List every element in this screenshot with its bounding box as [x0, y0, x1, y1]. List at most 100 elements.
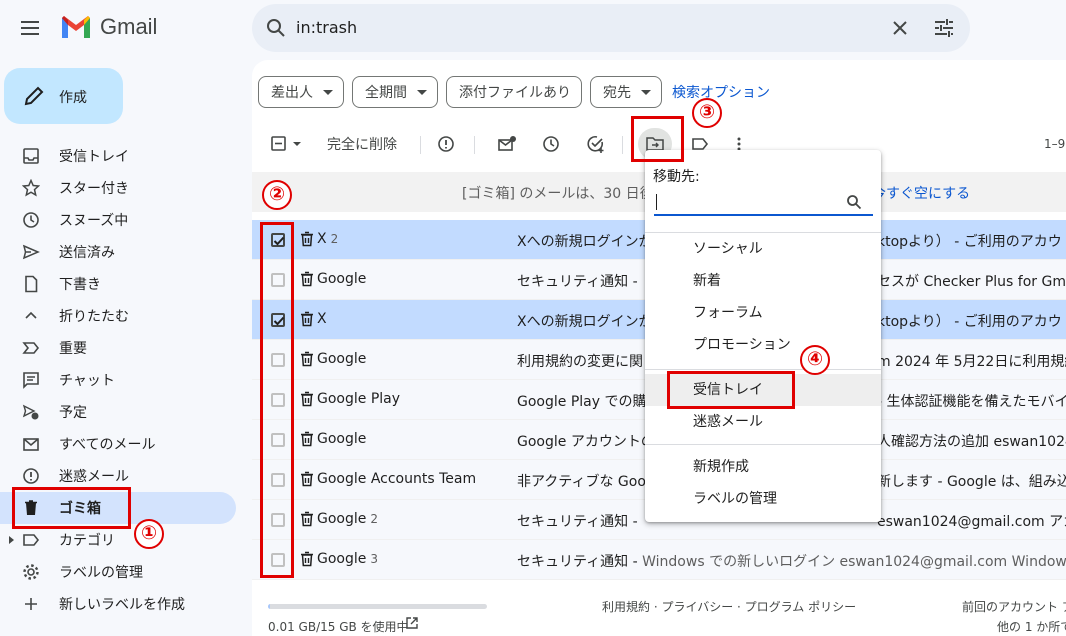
filter-chip-to[interactable]: 宛先: [590, 76, 662, 108]
spam-icon: [438, 136, 454, 152]
sidebar-item-chat[interactable]: チャット: [0, 364, 250, 396]
checkbox-indeterminate-icon: [271, 136, 301, 151]
email-snippet: ktopより） - ご利用のアカウ: [877, 314, 1062, 330]
chip-label: 添付ファイルあり: [459, 85, 571, 101]
email-subject: セキュリティ通知 -: [517, 271, 638, 291]
sidebar-item-create-label[interactable]: 新しいラベルを作成: [0, 588, 250, 620]
trash-icon: [300, 431, 314, 451]
snooze-button[interactable]: [539, 124, 563, 164]
trash-notice-text: [ゴミ箱] のメールは、30 日後: [462, 186, 654, 202]
chip-label: 差出人: [271, 85, 313, 101]
dropdown-item-promotions[interactable]: プロモーション: [645, 329, 881, 361]
thread-count: 2: [370, 512, 379, 526]
scheduled-icon: [22, 403, 40, 421]
caret-down-icon: [641, 89, 651, 95]
email-snippet: 人確認方法の追加 eswan1024@: [877, 434, 1066, 450]
select-all-checkbox[interactable]: [268, 124, 304, 164]
thread-count: 3: [370, 552, 379, 566]
sidebar-item-inbox[interactable]: 受信トレイ: [0, 140, 250, 172]
label-search-input[interactable]: [654, 190, 873, 216]
menu-icon[interactable]: [18, 16, 42, 40]
sidebar-item-label: スター付き: [59, 181, 129, 197]
dropdown-item-spam[interactable]: 迷惑メール: [645, 406, 881, 438]
email-sender: Google 3: [317, 551, 378, 567]
filter-chip-from[interactable]: 差出人: [258, 76, 344, 108]
sidebar-item-collapse[interactable]: 折りたたむ: [0, 300, 250, 332]
filter-chip-attachment[interactable]: 添付ファイルあり: [446, 76, 582, 108]
dropdown-item-create-new[interactable]: 新規作成: [645, 451, 881, 483]
toolbar-divider: [474, 136, 475, 154]
trash-icon: [300, 351, 314, 371]
email-snippet: 新します - Google は、組み込: [877, 474, 1066, 490]
sidebar-item-scheduled[interactable]: 予定: [0, 396, 250, 428]
sidebar-item-label: 折りたたむ: [59, 309, 129, 325]
empty-trash-link[interactable]: 今すぐ空にする: [872, 183, 970, 203]
star-icon: [22, 179, 40, 197]
email-snippet: ktopより） - ご利用のアカウ: [877, 234, 1062, 250]
text-cursor: [656, 194, 657, 210]
search-icon[interactable]: [264, 16, 288, 44]
dropdown-item-social[interactable]: ソーシャル: [645, 233, 881, 265]
email-subject: Google Play での購入: [517, 391, 660, 411]
mark-unread-icon: [498, 136, 516, 151]
email-subject: Xへの新規ログインが: [517, 231, 653, 251]
clock-icon: [22, 211, 40, 229]
sidebar-item-snoozed[interactable]: スヌーズ中: [0, 204, 250, 236]
open-in-new-icon[interactable]: [405, 616, 419, 633]
mark-unread-button[interactable]: [495, 124, 519, 164]
sender-name: Google: [317, 551, 367, 567]
sidebar-item-label: ラベルの管理: [59, 565, 143, 581]
send-icon: [22, 243, 40, 261]
sidebar-item-label: スヌーズ中: [59, 213, 129, 229]
dropdown-item-manage-labels[interactable]: ラベルの管理: [645, 483, 881, 515]
close-icon[interactable]: [888, 16, 912, 44]
dropdown-item-updates[interactable]: 新着: [645, 265, 881, 297]
email-subject: セキュリティ通知 - Windows での新しいログイン eswan1024@g…: [517, 551, 1066, 571]
draft-icon: [22, 275, 40, 293]
sidebar-item-drafts[interactable]: 下書き: [0, 268, 250, 300]
policy-links[interactable]: 利用規約 · プライバシー · プログラム ポリシー: [602, 598, 856, 615]
delete-forever-button[interactable]: 完全に削除: [327, 124, 397, 164]
sidebar-item-all-mail[interactable]: すべてのメール: [0, 428, 250, 460]
all-mail-icon: [22, 435, 40, 453]
sender-name: Google: [317, 431, 367, 447]
last-activity-locations: 他の 1 か所で: [997, 620, 1066, 634]
page-info: 1–9: [1044, 137, 1066, 151]
compose-button[interactable]: 作成: [4, 68, 123, 124]
subject-text: Google Play での購入: [517, 394, 661, 410]
trash-icon: [300, 271, 314, 291]
email-snippet: eswan1024@gmail.com アカ: [877, 514, 1066, 530]
sender-name: Google: [317, 271, 367, 287]
gear-icon: [22, 563, 40, 581]
search-options-icon[interactable]: [932, 16, 956, 44]
header: Gmail in:trash: [0, 0, 1066, 56]
email-snippet: m 2024 年 5月22日に利用規約: [877, 354, 1066, 370]
filter-chip-date[interactable]: 全期間: [352, 76, 438, 108]
email-sender: Google Play: [317, 391, 404, 407]
sidebar-item-label: すべてのメール: [59, 437, 156, 453]
trash-icon: [300, 511, 314, 531]
footer: 0.01 GB/15 GB を使用中 利用規約 · プライバシー · プログラム…: [252, 595, 1066, 636]
report-spam-button[interactable]: [434, 124, 458, 164]
email-sender: Google: [317, 271, 370, 287]
expand-arrow-icon[interactable]: [9, 536, 14, 544]
add-to-tasks-button[interactable]: [584, 124, 608, 164]
sidebar-item-important[interactable]: 重要: [0, 332, 250, 364]
sidebar-item-label: カテゴリ: [59, 533, 115, 549]
sidebar-item-manage-labels[interactable]: ラベルの管理: [0, 556, 250, 588]
sidebar-item-sent[interactable]: 送信済み: [0, 236, 250, 268]
chip-label: 宛先: [603, 85, 631, 101]
email-subject: 利用規約の変更に関: [517, 351, 643, 371]
sidebar-item-starred[interactable]: スター付き: [0, 172, 250, 204]
table-row[interactable]: Google 3 セキュリティ通知 - Windows での新しいログイン eswa…: [252, 540, 1066, 580]
dropdown-item-forums[interactable]: フォーラム: [645, 297, 881, 329]
search-bar[interactable]: in:trash: [252, 4, 970, 52]
search-input[interactable]: in:trash: [296, 18, 357, 37]
email-sender: X2: [317, 231, 338, 247]
move-to-dropdown: 移動先: ソーシャル 新着 フォーラム プロモーション 受信トレイ 迷惑メール …: [645, 150, 881, 522]
advanced-search-link[interactable]: 検索オプション: [672, 82, 770, 102]
annotation-box-checkboxes: [260, 222, 294, 578]
email-subject: 非アクティブな Goo: [517, 471, 646, 491]
email-subject: Xへの新規ログインが: [517, 311, 653, 331]
gmail-logo[interactable]: Gmail: [60, 14, 157, 40]
